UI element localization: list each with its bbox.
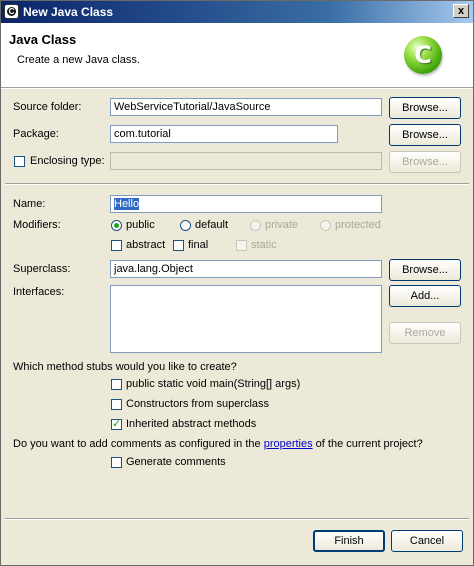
enclosing-type-input[interactable] xyxy=(110,152,382,170)
final-label: final xyxy=(188,239,209,251)
default-radio[interactable] xyxy=(180,220,191,231)
constructors-checkbox[interactable] xyxy=(111,399,122,410)
static-label: static xyxy=(251,239,277,251)
modifiers-label: Modifiers: xyxy=(13,219,61,231)
wizard-header: Java Class Create a new Java class. C xyxy=(1,23,473,87)
protected-radio[interactable] xyxy=(320,220,331,231)
static-checkbox[interactable] xyxy=(236,240,247,251)
eclipse-icon: C xyxy=(4,4,19,19)
package-browse-button[interactable]: Browse... xyxy=(389,124,461,146)
wizard-subtitle: Create a new Java class. xyxy=(17,54,140,66)
main-method-checkbox[interactable] xyxy=(111,379,122,390)
close-button[interactable]: x xyxy=(453,4,469,18)
remove-interface-button[interactable]: Remove xyxy=(389,322,461,344)
enclosing-type-browse-button[interactable]: Browse... xyxy=(389,151,461,173)
name-value: Hello xyxy=(114,198,140,210)
wizard-title: Java Class xyxy=(9,32,77,47)
package-label: Package: xyxy=(13,128,59,140)
default-label: default xyxy=(195,219,229,231)
new-java-class-dialog: C New Java Class x Java Class Create a n… xyxy=(0,0,474,566)
generate-comments-label: Generate comments xyxy=(126,456,226,468)
inherited-methods-checkbox[interactable] xyxy=(111,417,122,430)
final-checkbox[interactable] xyxy=(173,240,184,251)
private-radio[interactable] xyxy=(250,220,261,231)
inherited-methods-label: Inherited abstract methods xyxy=(126,418,257,430)
superclass-input[interactable]: java.lang.Object xyxy=(110,260,382,278)
abstract-checkbox[interactable] xyxy=(111,240,122,251)
interfaces-label: Interfaces: xyxy=(13,286,65,298)
package-input[interactable]: com.tutorial xyxy=(110,125,338,143)
finish-button[interactable]: Finish xyxy=(313,530,385,552)
public-radio[interactable] xyxy=(111,220,122,231)
enclosing-type-checkbox[interactable] xyxy=(14,156,25,167)
section-separator xyxy=(5,183,469,185)
name-input[interactable]: Hello xyxy=(110,195,382,213)
source-folder-label: Source folder: xyxy=(13,101,82,113)
source-folder-input[interactable]: WebServiceTutorial/JavaSource xyxy=(110,98,382,116)
interfaces-list[interactable] xyxy=(110,285,382,353)
comments-question: Do you want to add comments as configure… xyxy=(13,438,423,450)
header-separator xyxy=(1,87,473,89)
generate-comments-checkbox[interactable] xyxy=(111,457,122,468)
properties-link[interactable]: properties xyxy=(264,438,313,450)
method-stubs-question: Which method stubs would you like to cre… xyxy=(13,361,237,373)
add-interface-button[interactable]: Add... xyxy=(389,285,461,307)
footer-separator xyxy=(5,518,469,520)
cancel-button[interactable]: Cancel xyxy=(391,530,463,552)
private-label: private xyxy=(265,219,299,231)
name-label: Name: xyxy=(13,198,46,210)
java-class-logo-icon: C xyxy=(404,36,442,74)
superclass-browse-button[interactable]: Browse... xyxy=(389,259,461,281)
main-method-label: public static void main(String[] args) xyxy=(126,378,301,390)
window-title: New Java Class xyxy=(23,5,114,19)
enclosing-type-label: Enclosing type: xyxy=(30,155,105,167)
source-folder-browse-button[interactable]: Browse... xyxy=(389,97,461,119)
constructors-label: Constructors from superclass xyxy=(126,398,270,410)
abstract-label: abstract xyxy=(126,239,166,251)
superclass-label: Superclass: xyxy=(13,263,71,275)
title-bar[interactable]: C New Java Class x xyxy=(1,1,473,23)
protected-label: protected xyxy=(335,219,381,231)
public-label: public xyxy=(126,219,155,231)
